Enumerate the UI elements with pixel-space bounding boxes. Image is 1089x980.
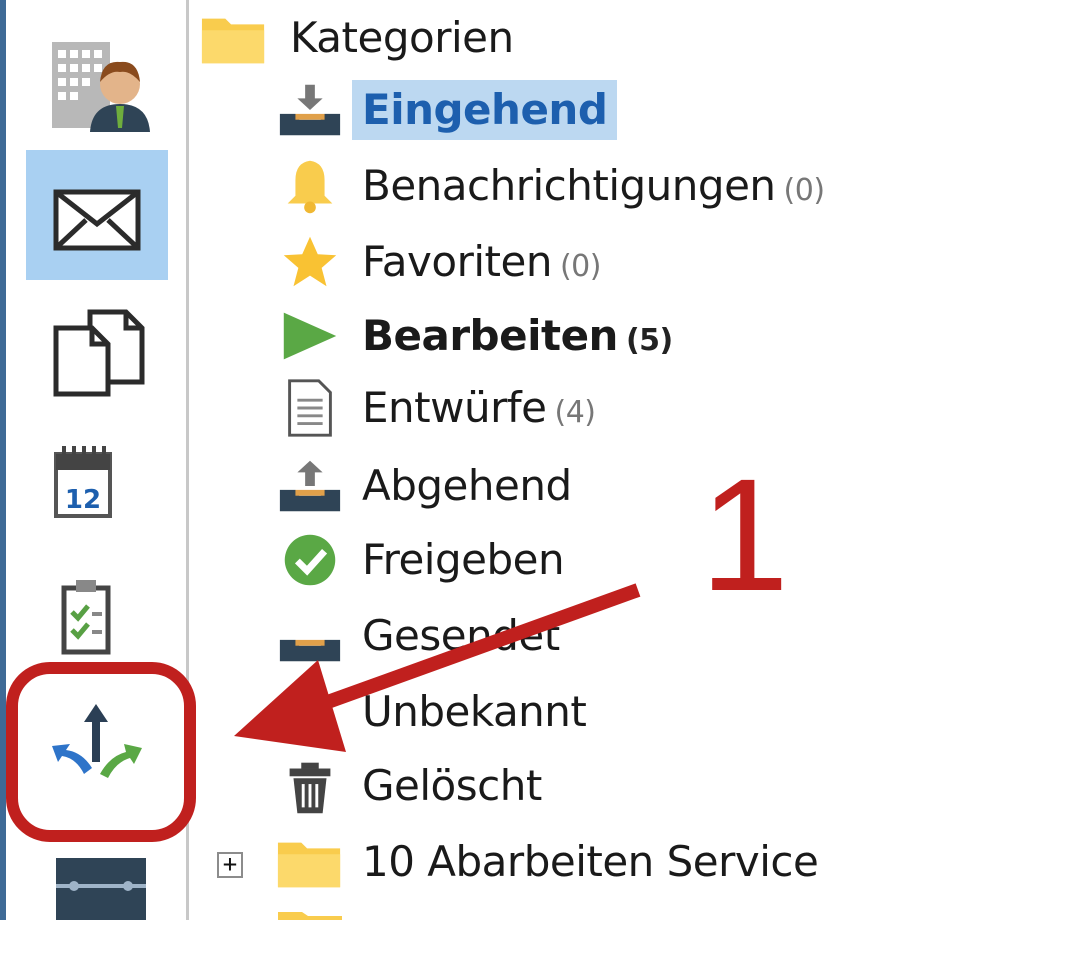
tree-item-count: (0) [783,173,826,208]
star-icon [283,236,337,287]
tree-item-label: Gesendet [362,611,560,660]
nav-tasks-button[interactable] [26,560,168,690]
tree-root-label: Kategorien [290,13,514,62]
tree-root-kategorien[interactable]: Kategorien [190,2,1089,74]
tree-item-label: Abgehend [362,461,572,510]
tree-item-label: Unbekannt [362,687,587,736]
calendar-date-text: 12 [65,485,101,515]
tree-item-label: Bearbeiten (5) [362,306,673,366]
outbox-tray-up-icon [279,460,341,512]
document-page-icon [288,379,332,437]
check-circle-icon [284,534,336,586]
tree-item-count: (5) [625,323,673,358]
tree-item-benachrichtigungen[interactable]: Benachrichtigungen (0) [190,150,1089,222]
tree-item-label: Favoriten (0) [362,232,601,292]
tree-item-eingehend[interactable]: Eingehend [190,74,1089,146]
tree-folder-partial[interactable] [190,906,1089,920]
workflow-split-arrows-icon [52,704,142,778]
bell-icon [287,160,333,214]
tree-item-bearbeiten[interactable]: Bearbeiten (5) [190,300,1089,372]
pane-splitter[interactable] [186,0,189,920]
nav-contacts-button[interactable] [26,20,168,150]
tree-item-label: Benachrichtigungen (0) [362,156,825,216]
tree-item-freigeben[interactable]: Freigeben [190,524,1089,596]
tree-item-text: Bearbeiten [362,311,618,360]
nav-workflow-button[interactable] [26,690,168,820]
folder-icon [278,912,342,920]
nav-mail-button[interactable] [26,150,168,280]
tree-folder-label: 10 Abarbeiten Service [362,837,819,886]
tree-item-label: Freigeben [362,535,565,584]
tree-item-label: Gelöscht [362,761,542,810]
mail-envelope-icon [53,189,141,251]
nav-calendar-button[interactable]: 12 [26,430,168,560]
tray-sent-icon [279,639,341,662]
warning-icon [281,686,339,738]
nav-documents-button[interactable] [26,290,168,420]
tree-folder-10-abarbeiten-service[interactable]: + 10 Abarbeiten Service [190,826,1089,898]
tree-item-text: Benachrichtigungen [362,161,776,210]
tree-item-gesendet[interactable]: Gesendet [190,600,1089,672]
tree-item-text: Favoriten [362,237,552,286]
inbox-tray-down-icon [279,84,341,136]
tree-expand-toggle[interactable]: + [217,852,243,878]
tree-item-geloescht[interactable]: Gelöscht [190,750,1089,822]
tree-item-entwuerfe[interactable]: Entwürfe (4) [190,372,1089,444]
tree-item-unbekannt[interactable]: Unbekannt [190,676,1089,748]
tree-item-text: Entwürfe [362,383,547,432]
folder-icon [277,842,341,888]
contacts-building-person-icon [52,42,150,132]
nav-timeline-button[interactable] [26,850,168,980]
trash-icon [289,762,331,814]
play-triangle-icon [283,312,337,360]
tree-item-abgehend[interactable]: Abgehend [190,450,1089,522]
annotation-step-number: 1 [700,445,789,624]
documents-copy-icon [53,309,145,397]
folder-icon [201,18,265,64]
timeline-bar-icon [56,858,146,920]
tree-item-count: (4) [554,395,597,430]
tree-item-favoriten[interactable]: Favoriten (0) [190,226,1089,298]
tree-item-count: (0) [559,249,602,284]
tree-item-label: Eingehend [352,80,618,140]
tree-item-label: Entwürfe (4) [362,378,596,438]
calendar-12-icon: 12 [54,446,112,518]
tasks-clipboard-checklist-icon [61,580,111,655]
category-tree: Kategorien Eingehend Benachrichtigungen(… [190,0,1089,920]
